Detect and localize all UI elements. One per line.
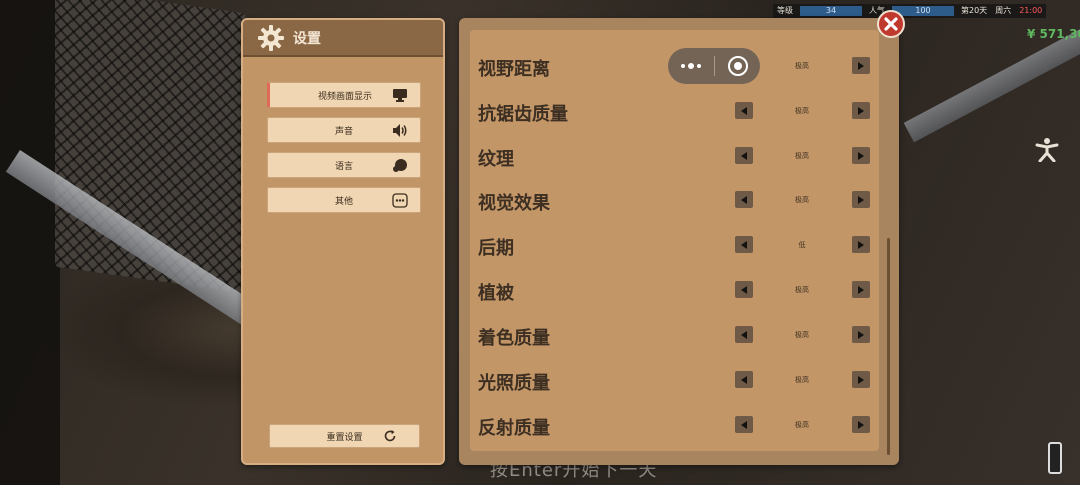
level-label: 等级	[777, 6, 793, 15]
next-arrow-button[interactable]	[852, 416, 870, 433]
next-arrow-button[interactable]	[852, 236, 870, 253]
day-label: 第20天	[961, 6, 988, 15]
option-name: 视觉效果	[478, 193, 550, 214]
level-bar: 34	[800, 6, 862, 16]
gear-icon	[258, 24, 284, 51]
option-value: 极高	[795, 421, 809, 429]
settings-title: 设置	[293, 30, 321, 47]
right-arrow-icon	[858, 151, 864, 160]
prev-arrow-button[interactable]	[735, 236, 753, 253]
next-arrow-button[interactable]	[852, 281, 870, 298]
settings-sidebar: 设置 视频画面显示 声音 语言 其他 重置设置	[241, 18, 445, 465]
option-value: 极高	[795, 286, 809, 294]
target-circle-icon	[727, 56, 748, 76]
right-arrow-icon	[858, 195, 864, 204]
menu-item-label: 语言	[334, 161, 353, 172]
prev-arrow-button[interactable]	[735, 102, 753, 119]
option-row-post-processing: 后期 低	[478, 225, 878, 265]
prev-arrow-button[interactable]	[735, 147, 753, 164]
speaker-icon	[393, 124, 407, 137]
prev-arrow-button[interactable]	[735, 416, 753, 433]
right-arrow-icon	[858, 330, 864, 339]
next-arrow-button[interactable]	[852, 326, 870, 343]
reset-settings-button[interactable]: 重置设置	[269, 424, 420, 448]
money-display: ¥ 571,30	[1027, 27, 1080, 41]
option-name: 着色质量	[478, 328, 550, 349]
weekday-label: 周六	[995, 6, 1012, 15]
option-name: 纹理	[478, 149, 514, 170]
prev-arrow-button[interactable]	[735, 326, 753, 343]
next-arrow-button[interactable]	[852, 57, 870, 74]
next-arrow-button[interactable]	[852, 102, 870, 119]
option-value: 极高	[795, 376, 809, 384]
left-arrow-icon	[741, 285, 747, 294]
option-name: 植被	[478, 283, 514, 304]
left-arrow-icon	[741, 195, 747, 204]
menu-item-language[interactable]: 语言	[267, 152, 421, 178]
monitor-icon	[393, 89, 407, 102]
scene-shadow	[0, 0, 60, 485]
menu-item-sound[interactable]: 声音	[267, 117, 421, 143]
option-row-reflection-quality: 反射质量 极高	[478, 405, 878, 445]
right-arrow-icon	[858, 106, 864, 115]
left-arrow-icon	[741, 240, 747, 249]
option-row-vegetation: 植被 极高	[478, 270, 878, 310]
settings-menu: 视频画面显示 声音 语言 其他	[267, 82, 421, 222]
prev-arrow-button[interactable]	[735, 191, 753, 208]
left-arrow-icon	[741, 151, 747, 160]
left-arrow-icon	[741, 375, 747, 384]
reset-label: 重置设置	[326, 432, 363, 443]
close-button[interactable]	[877, 10, 905, 38]
option-row-antialiasing: 抗锯齿质量 极高	[478, 91, 878, 131]
next-arrow-button[interactable]	[852, 147, 870, 164]
option-row-visual-effects: 视觉效果 极高	[478, 180, 878, 220]
person-icon[interactable]	[1034, 136, 1060, 162]
option-name: 抗锯齿质量	[478, 104, 568, 125]
option-name: 光照质量	[478, 373, 550, 394]
right-arrow-icon	[858, 240, 864, 249]
option-name: 反射质量	[478, 418, 550, 439]
menu-item-video[interactable]: 视频画面显示	[267, 82, 421, 108]
menu-item-other[interactable]: 其他	[267, 187, 421, 213]
option-row-lighting-quality: 光照质量 极高	[478, 360, 878, 400]
more-icon	[392, 193, 408, 208]
left-arrow-icon	[741, 106, 747, 115]
next-arrow-button[interactable]	[852, 371, 870, 388]
right-arrow-icon	[858, 61, 864, 70]
option-row-shading-quality: 着色质量 极高	[478, 315, 878, 355]
more-dots-icon	[681, 63, 701, 69]
options-scrollbar[interactable]	[887, 238, 890, 455]
globe-icon	[393, 159, 407, 172]
prev-arrow-button[interactable]	[735, 371, 753, 388]
right-arrow-icon	[858, 420, 864, 429]
option-name: 视野距离	[478, 59, 550, 80]
option-name: 后期	[478, 238, 514, 259]
option-value: 极高	[795, 62, 809, 70]
option-row-texture: 纹理 极高	[478, 136, 878, 176]
miniprogram-capsule	[668, 48, 760, 84]
prev-arrow-button[interactable]	[735, 281, 753, 298]
capsule-more-button[interactable]	[668, 48, 714, 84]
clock: 21:00	[1019, 6, 1043, 15]
menu-item-label: 其他	[334, 196, 353, 207]
sidebar-header: 设置	[243, 20, 443, 57]
option-value: 极高	[795, 331, 809, 339]
option-value: 低	[798, 241, 806, 249]
left-arrow-icon	[741, 330, 747, 339]
menu-item-label: 声音	[334, 126, 353, 137]
option-value: 极高	[795, 152, 809, 160]
option-value: 极高	[795, 107, 809, 115]
phone-icon[interactable]	[1048, 442, 1062, 474]
close-icon	[884, 17, 898, 31]
right-arrow-icon	[858, 375, 864, 384]
top-hud: 等级 34 人气 100 第20天 周六 21:00	[773, 4, 1047, 18]
option-value: 极高	[795, 196, 809, 204]
left-arrow-icon	[741, 420, 747, 429]
refresh-icon	[384, 430, 396, 442]
capsule-exit-button[interactable]	[715, 48, 760, 84]
right-arrow-icon	[858, 285, 864, 294]
menu-item-label: 视频画面显示	[317, 91, 372, 102]
next-arrow-button[interactable]	[852, 191, 870, 208]
